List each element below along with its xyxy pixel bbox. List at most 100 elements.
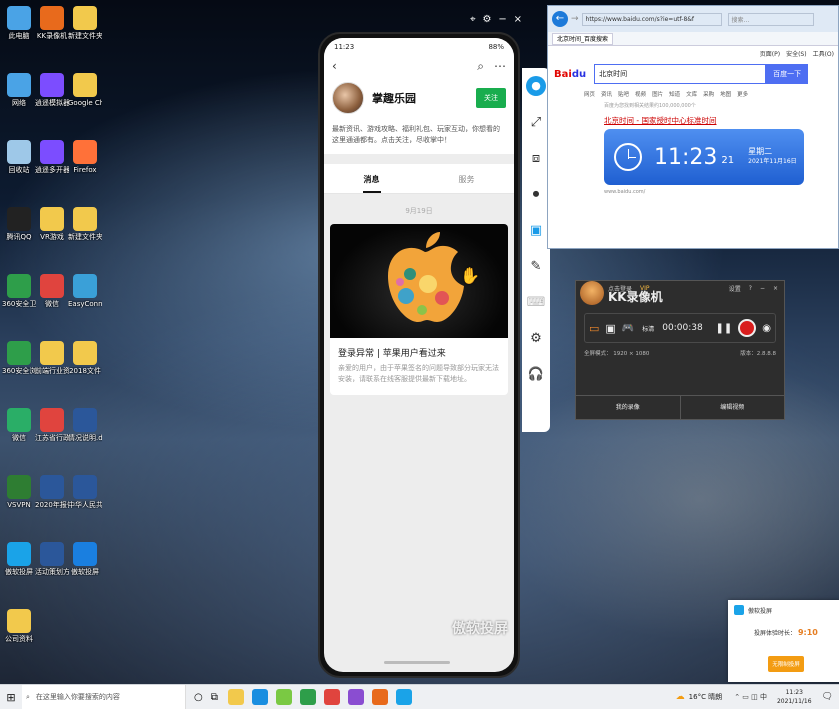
nav-tieba[interactable]: 贴吧 — [618, 90, 629, 98]
windows-start-icon[interactable]: ⊞ — [0, 691, 22, 704]
tray-icons[interactable]: ⌃ ▭ ◫ 中 — [734, 692, 767, 702]
my-recordings-button[interactable]: 我的录像 — [576, 396, 681, 419]
unlimited-cast-button[interactable]: 无限制投屏 — [768, 656, 804, 672]
pin-icon[interactable]: ⌖ — [470, 14, 476, 28]
desktop-icon[interactable]: 网络 — [2, 73, 36, 107]
apowermirror-icon[interactable] — [395, 689, 412, 705]
record-window-icon[interactable]: ▣ — [605, 322, 615, 335]
desktop-icon[interactable]: Google Chrome — [68, 73, 102, 107]
keyboard-icon[interactable]: ⌨ — [522, 284, 550, 320]
desktop-icon[interactable]: 此电脑 — [2, 6, 36, 40]
desktop-icon[interactable]: 2018文件 — [68, 341, 102, 375]
headset-icon[interactable]: 🎧 — [522, 356, 550, 392]
store-icon[interactable] — [251, 689, 268, 705]
nav-b2b[interactable]: 采购 — [703, 90, 714, 98]
taskbar-search[interactable]: ⌕ 在这里输入你要搜索的内容 — [22, 684, 186, 709]
record-area-icon[interactable]: ▭ — [589, 322, 599, 335]
close-icon[interactable]: × — [773, 285, 778, 292]
baidu-search-input[interactable]: 北京时间 — [594, 64, 767, 84]
desktop-icon[interactable]: 逍遥模拟器 — [35, 73, 69, 107]
desktop-icon[interactable]: 江苏省行政区划 — [35, 408, 69, 442]
record-game-icon[interactable]: 🎮 — [622, 323, 634, 334]
menu-tools[interactable]: 工具(O) — [813, 49, 834, 58]
menu-page[interactable]: 页面(P) — [760, 49, 780, 58]
user-icon[interactable]: ● — [522, 68, 550, 104]
desktop-icon[interactable]: Firefox — [68, 140, 102, 174]
nav-wenku[interactable]: 文库 — [686, 90, 697, 98]
baidu-search-button[interactable]: 百度一下 — [766, 64, 809, 84]
desktop-icon[interactable]: 逍遥多开器 — [35, 140, 69, 174]
cortana-icon[interactable]: ○ — [194, 692, 203, 703]
taskbar-clock[interactable]: 11:23 2021/11/16 — [777, 688, 812, 706]
desktop-icon[interactable]: 公司资料 — [2, 609, 36, 643]
forward-icon[interactable]: → — [571, 14, 579, 24]
wps-icon[interactable] — [323, 689, 340, 705]
address-bar[interactable]: https://www.baidu.com/s?ie=utf-8&f — [581, 12, 722, 26]
cast-icon[interactable]: ▣ — [522, 212, 550, 248]
tab-services[interactable]: 服务 — [419, 164, 514, 193]
desktop-icon[interactable]: 360安全浏览器 — [2, 341, 36, 375]
result-title[interactable]: 北京时间 - 国家授时中心标准时间 — [604, 115, 832, 126]
desktop-icon[interactable]: 回收站 — [2, 140, 36, 174]
kk-recorder-icon[interactable] — [371, 689, 388, 705]
browser-tab[interactable]: 北京时间_百度搜索 — [552, 32, 614, 45]
emulator-icon[interactable] — [275, 689, 292, 705]
desktop-icon[interactable]: 微信 — [2, 408, 36, 442]
weather-text[interactable]: 16°C 晴朗 — [689, 692, 723, 702]
desktop-icon[interactable]: EasyConn — [68, 274, 102, 308]
nav-news[interactable]: 资讯 — [601, 90, 612, 98]
back-icon[interactable]: ← — [552, 11, 568, 27]
desktop-icon[interactable]: 2020年报告 — [35, 475, 69, 509]
search-icon[interactable]: ⌕ — [477, 59, 484, 74]
fullscreen-icon[interactable]: ⤢ — [522, 104, 550, 140]
tab-messages[interactable]: 消息 — [324, 164, 419, 193]
record-icon[interactable]: ⏺ — [522, 176, 550, 212]
back-icon[interactable]: ‹ — [332, 59, 337, 73]
desktop-icon[interactable]: 新建文件夹(4) — [68, 6, 102, 40]
help-icon[interactable]: ? — [749, 285, 752, 292]
desktop-icon[interactable]: 活动策划方案.doc — [35, 542, 69, 576]
desktop-icon[interactable]: 前端行业资料 — [35, 341, 69, 375]
clock-icon — [614, 143, 642, 171]
brush-icon[interactable]: ✎ — [522, 248, 550, 284]
desktop-icon[interactable]: 360安全卫士 — [2, 274, 36, 308]
360-browser-icon[interactable] — [299, 689, 316, 705]
cross-app-icon[interactable] — [347, 689, 364, 705]
close-icon[interactable]: × — [514, 14, 522, 28]
browser-search-box[interactable]: 搜索... — [727, 12, 814, 26]
desktop-icon[interactable]: 傲软投屏 — [68, 542, 102, 576]
quality-label[interactable]: 标清 — [642, 324, 654, 333]
edit-video-button[interactable]: 编辑视频 — [681, 396, 785, 419]
desktop-icon[interactable]: 腾讯QQ — [2, 207, 36, 241]
screenshot-icon[interactable]: ⧈ — [522, 140, 550, 176]
minimize-icon[interactable]: − — [498, 14, 506, 28]
notification-center-icon[interactable]: 🗨 — [822, 692, 833, 702]
pause-icon[interactable]: ❚❚ — [716, 323, 733, 334]
desktop-icon[interactable]: 微信 — [35, 274, 69, 308]
task-view-icon[interactable]: ⧉ — [211, 692, 218, 703]
desktop-icon[interactable]: VR游戏 — [35, 207, 69, 241]
menu-safety[interactable]: 安全(S) — [786, 49, 807, 58]
desktop-icon[interactable]: 新建文件夹 — [68, 207, 102, 241]
gear-icon[interactable]: ⚙ — [522, 320, 550, 356]
nav-zhidao[interactable]: 知道 — [669, 90, 680, 98]
camera-icon[interactable]: ◉ — [762, 323, 771, 334]
desktop-icon[interactable]: 中华人民共和国 — [68, 475, 102, 509]
desktop-icon[interactable]: VSVPN — [2, 475, 36, 509]
nav-video[interactable]: 视频 — [635, 90, 646, 98]
nav-more[interactable]: 更多 — [737, 90, 748, 98]
more-icon[interactable]: ⋯ — [494, 59, 506, 74]
stop-button[interactable] — [738, 319, 757, 337]
desktop-icon[interactable]: 傲软投屏 — [2, 542, 36, 576]
desktop-icon[interactable]: 情况说明.docx — [68, 408, 102, 442]
file-explorer-icon[interactable] — [227, 689, 244, 705]
nav-images[interactable]: 图片 — [652, 90, 663, 98]
desktop-icon[interactable]: KK录像机 — [35, 6, 69, 40]
settings-icon[interactable]: ⚙ — [483, 14, 492, 28]
minimize-icon[interactable]: − — [760, 285, 765, 292]
nav-web[interactable]: 网页 — [584, 90, 595, 98]
nav-map[interactable]: 地图 — [720, 90, 731, 98]
kk-settings[interactable]: 设置 — [729, 284, 741, 293]
article-card[interactable]: 登录异常 | 苹果用户看过来 亲爱的用户，由于苹果签名的问题导致部分玩家无法安装… — [330, 224, 508, 395]
follow-button[interactable]: 关注 — [476, 88, 506, 108]
